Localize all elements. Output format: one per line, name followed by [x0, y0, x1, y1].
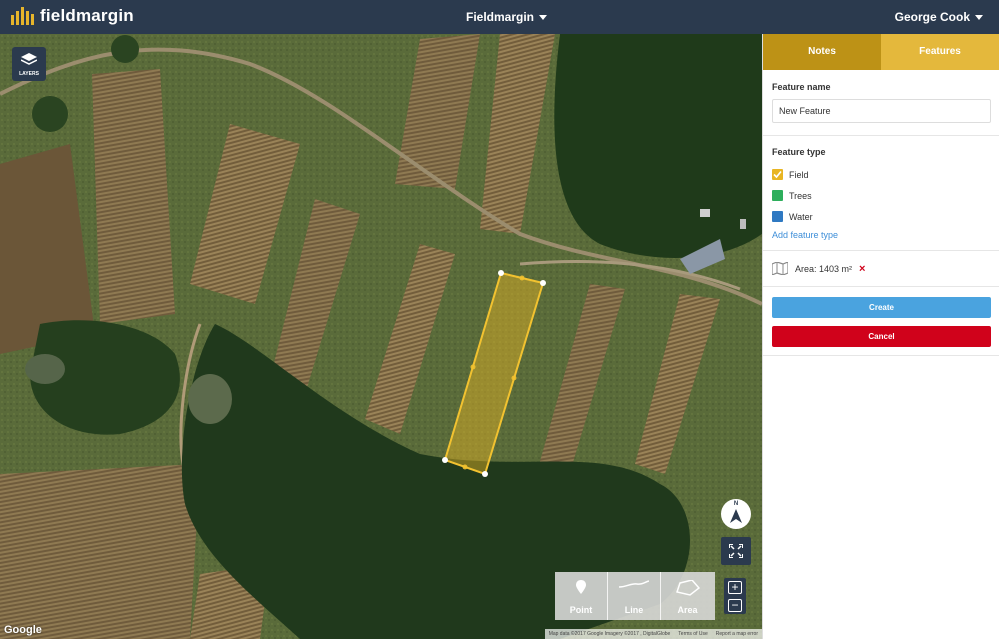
trees-swatch-icon: [772, 190, 783, 201]
feature-type-label: Feature type: [772, 147, 826, 157]
layers-button[interactable]: LAYERS: [12, 47, 46, 81]
feature-type-water[interactable]: Water: [772, 206, 990, 227]
line-tool-label: Line: [624, 605, 644, 615]
compass-north-label: N: [733, 501, 739, 507]
area-tool-button[interactable]: Area: [661, 572, 714, 620]
add-feature-type-link[interactable]: Add feature type: [772, 230, 990, 240]
chevron-down-icon: [539, 15, 548, 21]
area-tool-label: Area: [677, 605, 698, 615]
point-tool-label: Point: [569, 605, 593, 615]
tab-notes[interactable]: Notes: [763, 34, 881, 70]
chevron-down-icon: [975, 15, 983, 21]
farm-selector[interactable]: Fieldmargin: [466, 10, 548, 24]
fullscreen-button[interactable]: [721, 537, 751, 565]
feature-panel: Notes Features Feature name Feature type…: [762, 34, 999, 639]
google-logo: Google: [4, 624, 42, 636]
area-icon: [675, 580, 700, 596]
panel-tabs: Notes Features: [763, 34, 999, 70]
line-icon: [619, 580, 649, 588]
feature-type-section: Feature type Field Trees Water Add featu…: [763, 136, 999, 251]
feature-type-trees[interactable]: Trees: [772, 185, 990, 206]
logo-text: fieldmargin: [40, 6, 134, 25]
actions-section: Create Cancel: [763, 297, 999, 356]
area-section: Area: 1403 m² ×: [763, 251, 999, 287]
feature-name-section: Feature name: [763, 70, 999, 136]
zoom-in-button[interactable]: +: [724, 578, 746, 596]
remove-area-icon[interactable]: ×: [859, 263, 865, 275]
point-tool-button[interactable]: Point: [555, 572, 608, 620]
trees-type-label: Trees: [789, 190, 812, 201]
user-menu[interactable]: George Cook: [895, 10, 983, 24]
map-attribution: Map data ©2017 Google Imagery ©2017 , Di…: [544, 629, 762, 639]
cancel-button[interactable]: Cancel: [772, 326, 991, 347]
satellite-imagery: [0, 34, 762, 639]
layers-icon: [20, 53, 38, 65]
user-name: George Cook: [894, 10, 970, 24]
water-swatch-icon: [772, 211, 783, 222]
field-checkbox-icon: [772, 169, 783, 180]
draw-toolbar: Point Line Area: [555, 572, 715, 620]
top-bar: fieldmargin Fieldmargin George Cook: [0, 0, 999, 34]
compass-button[interactable]: N: [721, 499, 751, 529]
line-tool-button[interactable]: Line: [608, 572, 661, 620]
layers-label: LAYERS: [19, 71, 39, 77]
feature-type-field[interactable]: Field: [772, 164, 990, 185]
north-arrow-icon: [730, 509, 742, 523]
feature-name-input[interactable]: [772, 99, 991, 123]
create-button[interactable]: Create: [772, 297, 991, 318]
map-data-text: Map data ©2017 Google Imagery ©2017 , Di…: [548, 631, 671, 637]
report-error-link[interactable]: Report a map error: [716, 631, 758, 637]
map-area-icon: [772, 262, 788, 275]
zoom-out-button[interactable]: −: [724, 596, 746, 614]
water-type-label: Water: [789, 211, 813, 222]
point-icon: [576, 580, 586, 594]
logo-bars-icon: [11, 7, 34, 25]
feature-name-label: Feature name: [772, 82, 831, 92]
fieldmargin-logo[interactable]: fieldmargin: [11, 6, 134, 26]
fullscreen-icon: [729, 544, 743, 558]
field-type-label: Field: [789, 169, 809, 180]
minus-icon: −: [728, 599, 742, 612]
plus-icon: +: [728, 581, 742, 594]
map-view[interactable]: LAYERS N + − Point Line Area Google Map …: [0, 34, 762, 639]
farm-name: Fieldmargin: [466, 10, 535, 24]
tab-features[interactable]: Features: [881, 34, 999, 70]
terms-of-use-link[interactable]: Terms of Use: [678, 631, 707, 637]
zoom-control: + −: [724, 578, 746, 614]
area-value: Area: 1403 m²: [795, 263, 853, 274]
